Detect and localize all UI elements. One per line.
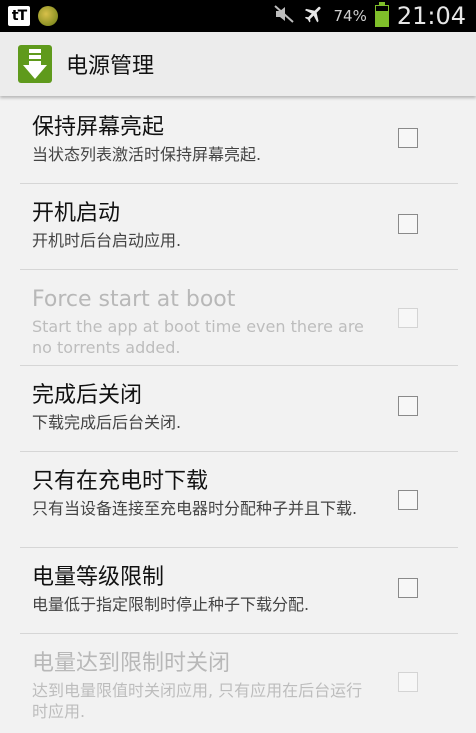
setting-summary: 电量低于指定限制时停止种子下载分配. [32, 595, 310, 614]
battery-percent: 74% [333, 7, 367, 25]
shutdown-complete-checkbox[interactable] [398, 396, 418, 416]
clock: 21:04 [396, 2, 466, 30]
tt-icon: tT [8, 6, 30, 26]
setting-summary: Start the app at boot time even there ar… [32, 317, 364, 357]
setting-battery-level-limit[interactable]: 电量等级限制 电量低于指定限制时停止种子下载分配. [0, 548, 476, 634]
setting-title: 开机启动 [32, 201, 121, 226]
setting-summary: 当状态列表激活时保持屏幕亮起. [32, 145, 262, 164]
force-start-checkbox [398, 308, 418, 328]
setting-summary: 达到电量限值时关闭应用, 只有应用在后台运行时应用. [32, 681, 363, 721]
settings-list: 保持屏幕亮起 当状态列表激活时保持屏幕亮起. 开机启动 开机时后台启动应用. F… [0, 98, 476, 730]
setting-title: 完成后关闭 [32, 383, 143, 408]
action-bar: 电源管理 [0, 32, 476, 96]
keep-screen-on-checkbox[interactable] [398, 128, 418, 148]
setting-download-only-charging[interactable]: 只有在充电时下载 只有当设备连接至充电器时分配种子并且下载. [0, 452, 476, 548]
battery-level [375, 11, 388, 26]
start-on-boot-checkbox[interactable] [398, 214, 418, 234]
setting-keep-screen-on[interactable]: 保持屏幕亮起 当状态列表激活时保持屏幕亮起. [0, 98, 476, 184]
setting-summary: 开机时后台启动应用. [32, 231, 182, 250]
coin-icon [38, 6, 58, 26]
charging-only-checkbox[interactable] [398, 490, 418, 510]
system-icons: 74% 21:04 [273, 2, 476, 30]
setting-summary: 下载完成后后台关闭. [32, 413, 182, 432]
shutdown-limit-checkbox [398, 672, 418, 692]
setting-title: 电量达到限制时关闭 [32, 651, 231, 676]
setting-summary: 只有当设备连接至充电器时分配种子并且下载. [32, 499, 358, 518]
battery-limit-checkbox[interactable] [398, 578, 418, 598]
setting-title: 电量等级限制 [32, 565, 165, 590]
notification-icons: tT [0, 6, 58, 26]
mute-icon [273, 4, 295, 28]
battery-icon [374, 2, 389, 27]
setting-title: 只有在充电时下载 [32, 469, 209, 494]
setting-start-on-boot[interactable]: 开机启动 开机时后台启动应用. [0, 184, 476, 270]
setting-title: 保持屏幕亮起 [32, 115, 165, 140]
setting-shutdown-on-limit: 电量达到限制时关闭 达到电量限值时关闭应用, 只有应用在后台运行时应用. [0, 634, 476, 730]
download-app-icon[interactable] [18, 45, 52, 83]
setting-title: Force start at boot [32, 287, 236, 312]
setting-shutdown-when-complete[interactable]: 完成后关闭 下载完成后后台关闭. [0, 366, 476, 452]
status-bar: tT 74% 21:04 [0, 0, 476, 32]
page-title: 电源管理 [66, 54, 155, 79]
airplane-icon [303, 3, 325, 29]
setting-force-start-at-boot: Force start at boot Start the app at boo… [0, 270, 476, 366]
